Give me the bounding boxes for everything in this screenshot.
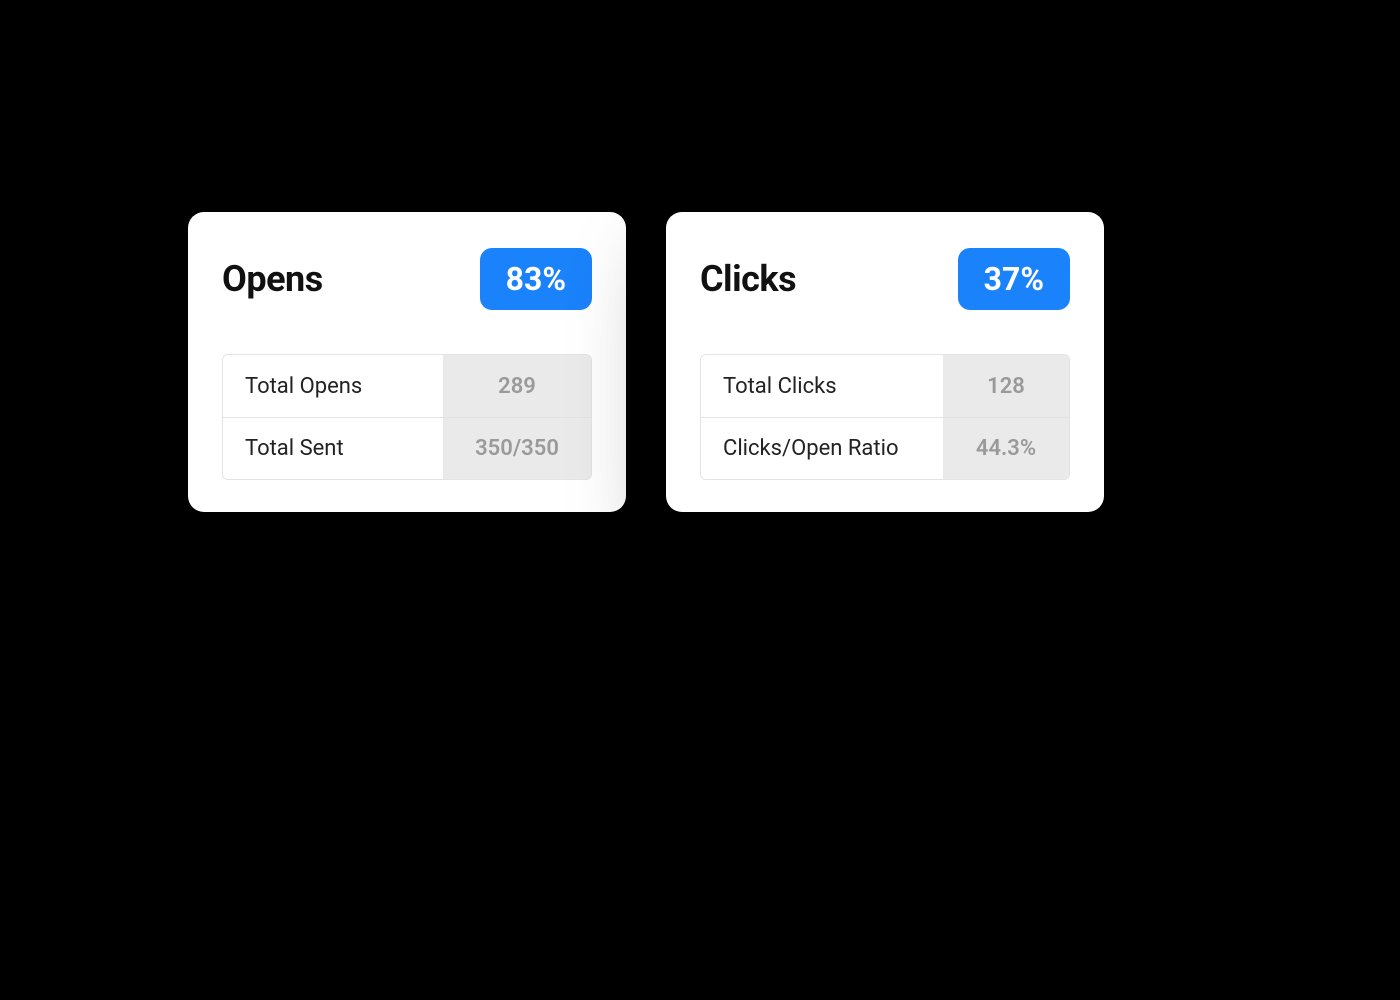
stats-table: Total Opens 289 Total Sent 350/350 bbox=[222, 354, 592, 480]
percentage-badge: 83% bbox=[480, 248, 592, 310]
stat-label: Total Clicks bbox=[701, 355, 943, 417]
clicks-card: Clicks 37% Total Clicks 128 Clicks/Open … bbox=[666, 212, 1104, 512]
percentage-badge: 37% bbox=[958, 248, 1070, 310]
stats-table: Total Clicks 128 Clicks/Open Ratio 44.3% bbox=[700, 354, 1070, 480]
stat-row: Total Opens 289 bbox=[223, 355, 591, 417]
card-title: Clicks bbox=[700, 258, 796, 300]
card-title: Opens bbox=[222, 258, 323, 300]
stat-value: 44.3% bbox=[943, 418, 1069, 479]
card-header: Clicks 37% bbox=[700, 248, 1070, 310]
stat-row: Clicks/Open Ratio 44.3% bbox=[701, 417, 1069, 479]
stat-row: Total Clicks 128 bbox=[701, 355, 1069, 417]
stat-value: 289 bbox=[443, 355, 591, 417]
opens-card: Opens 83% Total Opens 289 Total Sent 350… bbox=[188, 212, 626, 512]
stat-row: Total Sent 350/350 bbox=[223, 417, 591, 479]
stat-label: Clicks/Open Ratio bbox=[701, 418, 943, 479]
stat-label: Total Sent bbox=[223, 418, 443, 479]
annotation-callout bbox=[218, 578, 558, 742]
stat-label: Total Opens bbox=[223, 355, 443, 417]
stat-value: 350/350 bbox=[443, 418, 591, 479]
card-header: Opens 83% bbox=[222, 248, 592, 310]
stat-value: 128 bbox=[943, 355, 1069, 417]
stats-cards-container: Opens 83% Total Opens 289 Total Sent 350… bbox=[188, 212, 1104, 512]
